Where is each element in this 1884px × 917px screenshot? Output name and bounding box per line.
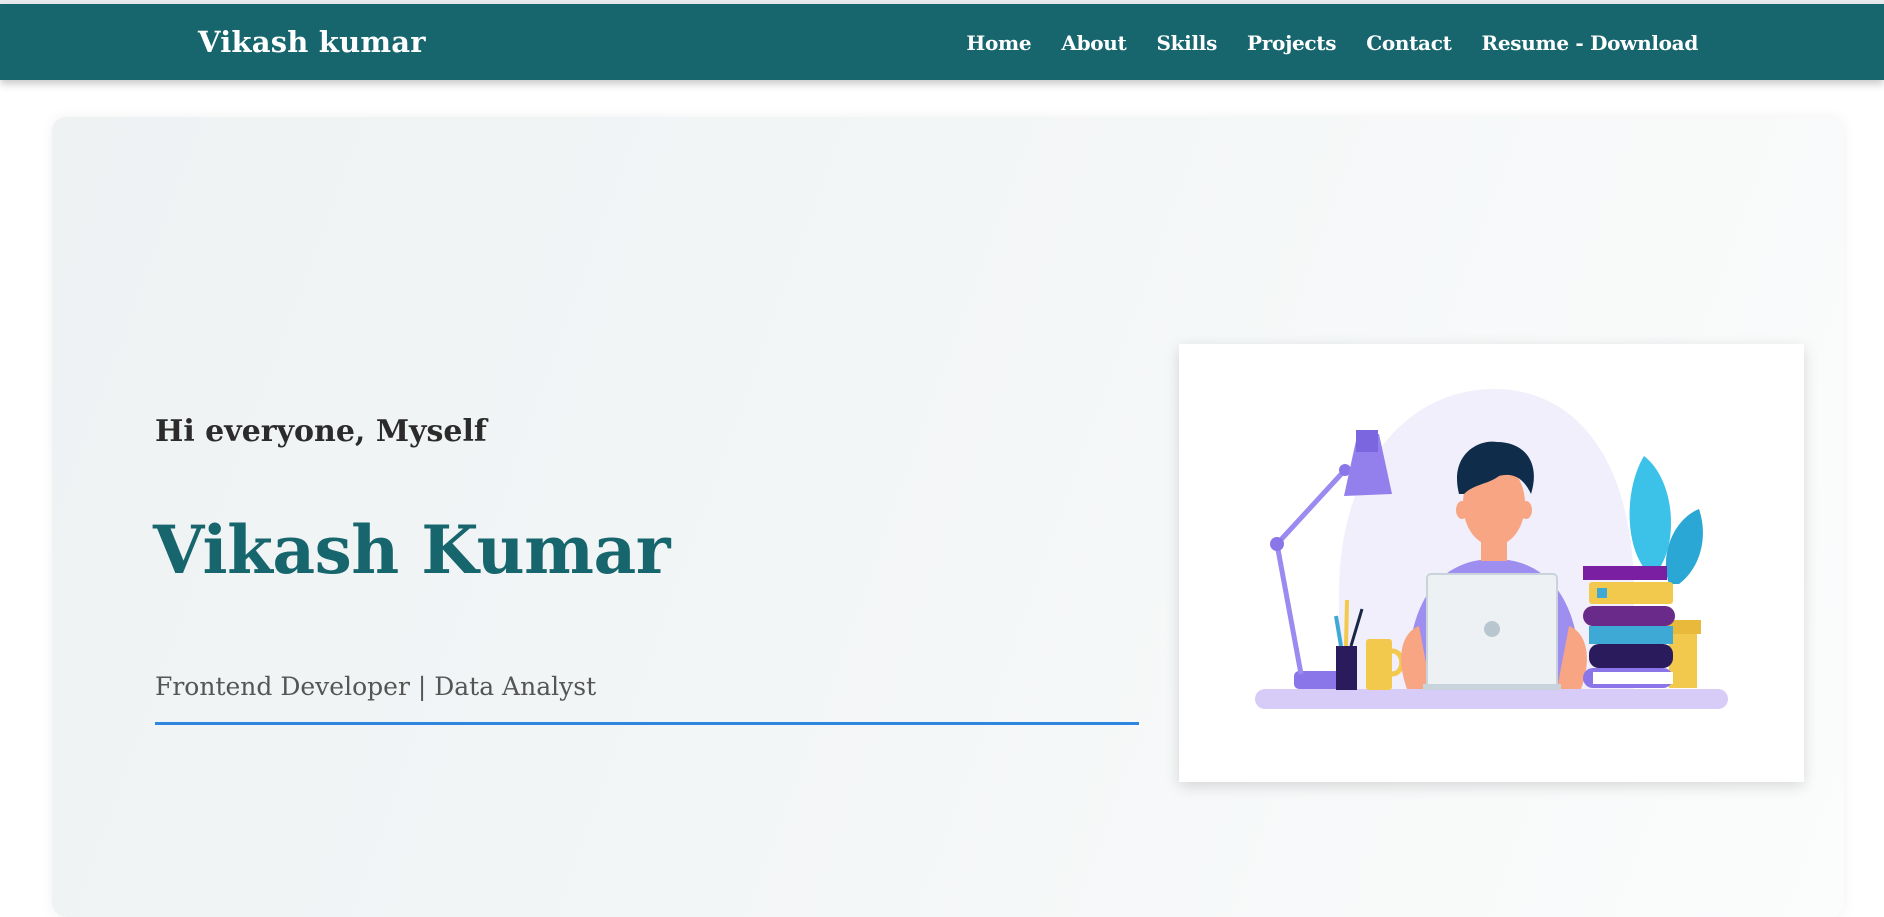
hero-greeting: Hi everyone, Myself <box>155 414 487 449</box>
developer-at-desk-illustration-icon <box>1255 389 1728 709</box>
brand-logo[interactable]: Vikash kumar <box>198 25 426 59</box>
nav-resume-download-link[interactable]: Resume - Download <box>1482 31 1699 55</box>
hero-illustration-card <box>1179 344 1804 782</box>
nav-home-link[interactable]: Home <box>966 31 1031 55</box>
navbar: Vikash kumar Home About Skills Projects … <box>0 4 1884 80</box>
role-underline <box>155 722 1139 725</box>
nav-contact-link[interactable]: Contact <box>1366 31 1452 55</box>
nav-skills-link[interactable]: Skills <box>1156 31 1217 55</box>
hero-name: Vikash Kumar <box>153 511 671 589</box>
nav-about-link[interactable]: About <box>1061 31 1126 55</box>
nav-menu: Home About Skills Projects Contact Resum… <box>966 31 1698 55</box>
hero-role: Frontend Developer | Data Analyst <box>155 672 597 701</box>
nav-projects-link[interactable]: Projects <box>1247 31 1336 55</box>
